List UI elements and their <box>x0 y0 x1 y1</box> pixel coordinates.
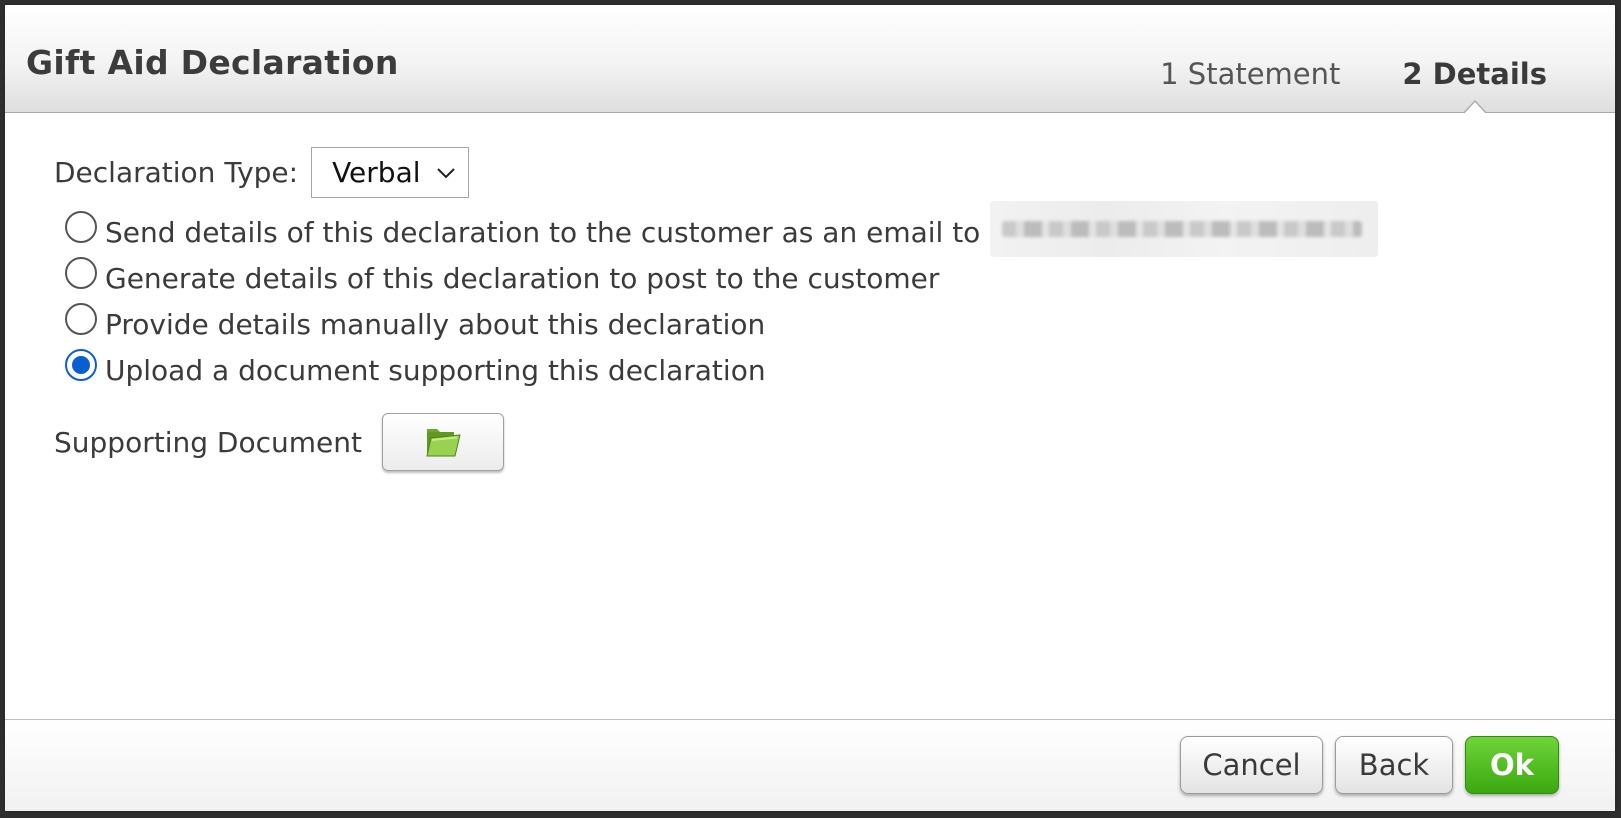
option-upload-label: Upload a document supporting this declar… <box>105 353 766 387</box>
radio-manual[interactable] <box>65 303 97 335</box>
supporting-document-label: Supporting Document <box>54 425 362 459</box>
dialog-footer: Cancel Back Ok <box>5 719 1615 811</box>
option-email-label: Send details of this declaration to the … <box>105 215 981 249</box>
step-statement[interactable]: 1 Statement <box>1160 57 1340 91</box>
radio-upload[interactable] <box>65 349 97 381</box>
supporting-document-row: Supporting Document <box>54 413 504 471</box>
cancel-button[interactable]: Cancel <box>1180 736 1323 794</box>
browse-folder-button[interactable] <box>381 413 504 471</box>
gift-aid-dialog: Gift Aid Declaration 1 Statement 2 Detai… <box>3 3 1617 813</box>
dialog-header: Gift Aid Declaration 1 Statement 2 Detai… <box>5 5 1615 116</box>
option-manual-label: Provide details manually about this decl… <box>105 307 766 341</box>
back-button[interactable]: Back <box>1335 736 1453 794</box>
wizard-steps: 1 Statement 2 Details <box>1160 57 1547 116</box>
declaration-type-label: Declaration Type: <box>54 156 299 189</box>
chevron-down-icon <box>437 167 455 178</box>
radio-post[interactable] <box>65 257 97 289</box>
declaration-type-value: Verbal <box>332 156 421 189</box>
declaration-options: Send details of this declaration to the … <box>65 201 1379 393</box>
redacted-email-address <box>990 201 1379 257</box>
radio-email[interactable] <box>65 211 97 243</box>
folder-icon <box>426 429 461 457</box>
option-post[interactable]: Generate details of this declaration to … <box>65 255 1378 301</box>
dialog-title: Gift Aid Declaration <box>26 43 399 82</box>
declaration-type-row: Declaration Type: Verbal <box>54 147 470 198</box>
declaration-type-select[interactable]: Verbal <box>311 147 470 198</box>
step-details[interactable]: 2 Details <box>1402 57 1547 116</box>
step-details-label: 2 Details <box>1402 57 1547 91</box>
option-post-label: Generate details of this declaration to … <box>105 261 940 295</box>
ok-button[interactable]: Ok <box>1465 736 1559 794</box>
dialog-body: Declaration Type: Verbal Send details of… <box>5 113 1615 719</box>
option-upload[interactable]: Upload a document supporting this declar… <box>65 347 1378 393</box>
option-manual[interactable]: Provide details manually about this decl… <box>65 301 1378 347</box>
option-email[interactable]: Send details of this declaration to the … <box>65 201 1379 257</box>
